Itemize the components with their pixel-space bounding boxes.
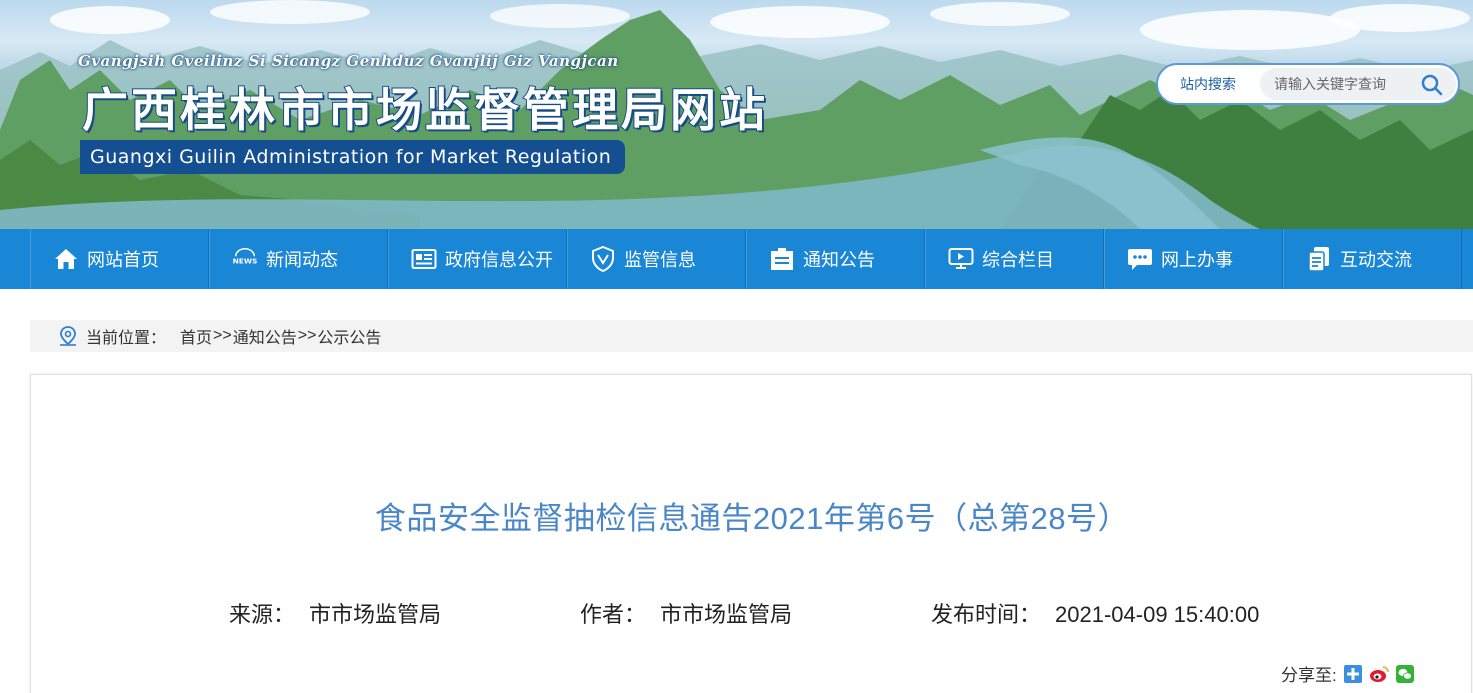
- article-publish-time: 发布时间： 2021-04-09 15:40:00: [931, 597, 1259, 629]
- site-title-english: Guangxi Guilin Administration for Market…: [80, 140, 626, 174]
- news-icon: NEWS: [232, 246, 258, 272]
- chat-icon: [1127, 246, 1153, 272]
- source-label: 来源：: [229, 602, 296, 627]
- breadcrumb-label: 当前位置：: [86, 330, 167, 347]
- nav-item-label: 网上办事: [1161, 250, 1233, 270]
- monitor-icon: [948, 246, 974, 272]
- nav-item-news[interactable]: NEWS 新闻动态: [209, 229, 388, 289]
- nav-item-interaction[interactable]: 互动交流: [1283, 229, 1462, 289]
- author-label: 作者：: [580, 602, 647, 627]
- author-value: 市市场监管局: [660, 602, 793, 627]
- breadcrumb-home[interactable]: 首页: [180, 324, 212, 348]
- nav-item-notice[interactable]: 通知公告: [746, 229, 925, 289]
- time-label: 发布时间：: [931, 602, 1042, 627]
- site-title: 广西桂林市市场监督管理局网站: [81, 82, 768, 138]
- nav-item-general[interactable]: 综合栏目: [925, 229, 1104, 289]
- copy-icon: [1306, 246, 1332, 272]
- search-icon[interactable]: [1420, 73, 1444, 97]
- search-label: 站内搜索: [1180, 76, 1236, 92]
- nav-item-home[interactable]: 网站首页: [30, 229, 209, 289]
- nav-item-label: 政府信息公开: [445, 250, 553, 270]
- nav-item-supervision[interactable]: 监管信息: [567, 229, 746, 289]
- header-banner: Gvangjsih Gveilinz Si Sicangz Genhduz Gv…: [0, 0, 1473, 229]
- nav-item-label: 网站首页: [87, 250, 159, 270]
- breadcrumb: 当前位置： 首页 >> 通知公告 >> 公示公告: [30, 320, 1473, 352]
- nav-item-label: 新闻动态: [266, 250, 338, 270]
- main-nav: 网站首页 NEWS 新闻动态 政府信息公开 监管信息 通知公告 综合栏目 网上办…: [0, 229, 1473, 289]
- breadcrumb-public-notice[interactable]: 公示公告: [317, 324, 381, 348]
- time-value: 2021-04-09 15:40:00: [1055, 602, 1260, 627]
- site-search: 站内搜索: [1156, 63, 1460, 105]
- share-bar: 分享至:: [1281, 661, 1415, 686]
- breadcrumb-separator: >>: [213, 327, 232, 344]
- breadcrumb-notice[interactable]: 通知公告: [233, 324, 297, 348]
- nav-item-label: 互动交流: [1340, 250, 1412, 270]
- nav-item-label: 综合栏目: [982, 250, 1054, 270]
- nav-item-label: 监管信息: [624, 250, 696, 270]
- shield-icon: [590, 246, 616, 272]
- breadcrumb-separator: >>: [297, 327, 317, 344]
- article-source: 来源： 市市场监管局: [229, 597, 441, 629]
- document-icon: [411, 246, 437, 272]
- source-value: 市市场监管局: [309, 602, 442, 627]
- qzone-icon[interactable]: [1343, 664, 1363, 684]
- article-title: 食品安全监督抽检信息通告2021年第6号（总第28号）: [374, 501, 1130, 536]
- weibo-icon[interactable]: [1369, 664, 1389, 684]
- svg-text:NEWS: NEWS: [233, 257, 258, 266]
- wechat-icon[interactable]: [1395, 664, 1415, 684]
- nav-item-online-service[interactable]: 网上办事: [1104, 229, 1283, 289]
- nav-item-label: 通知公告: [803, 250, 875, 270]
- home-icon: [53, 246, 79, 272]
- nav-item-gov-info[interactable]: 政府信息公开: [388, 229, 567, 289]
- article-panel: 食品安全监督抽检信息通告2021年第6号（总第28号） 来源： 市市场监管局 作者…: [30, 374, 1472, 693]
- location-icon: [58, 326, 78, 346]
- share-label: 分享至:: [1281, 666, 1337, 685]
- site-title-pinyin: Gvangjsih Gveilinz Si Sicangz Genhduz Gv…: [78, 52, 619, 70]
- article-author: 作者： 市市场监管局: [580, 597, 792, 629]
- notice-icon: [769, 246, 795, 272]
